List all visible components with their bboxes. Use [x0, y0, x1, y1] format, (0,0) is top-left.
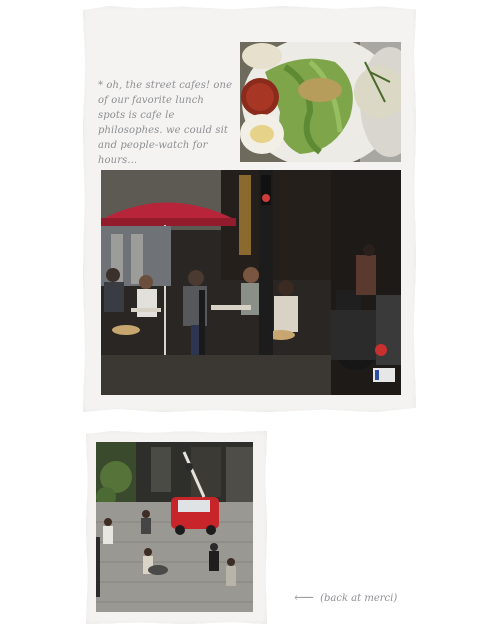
food-photo	[240, 42, 401, 162]
merci-caption: ⟵ (back at merci)	[294, 590, 397, 606]
journal-caption: * oh, the street cafes! one of our favor…	[98, 80, 233, 166]
merci-caption-text: (back at merci)	[320, 592, 398, 604]
street-cafe-photo	[101, 170, 401, 395]
merci-courtyard-photo	[96, 442, 253, 612]
left-arrow-icon: ⟵	[294, 590, 315, 606]
